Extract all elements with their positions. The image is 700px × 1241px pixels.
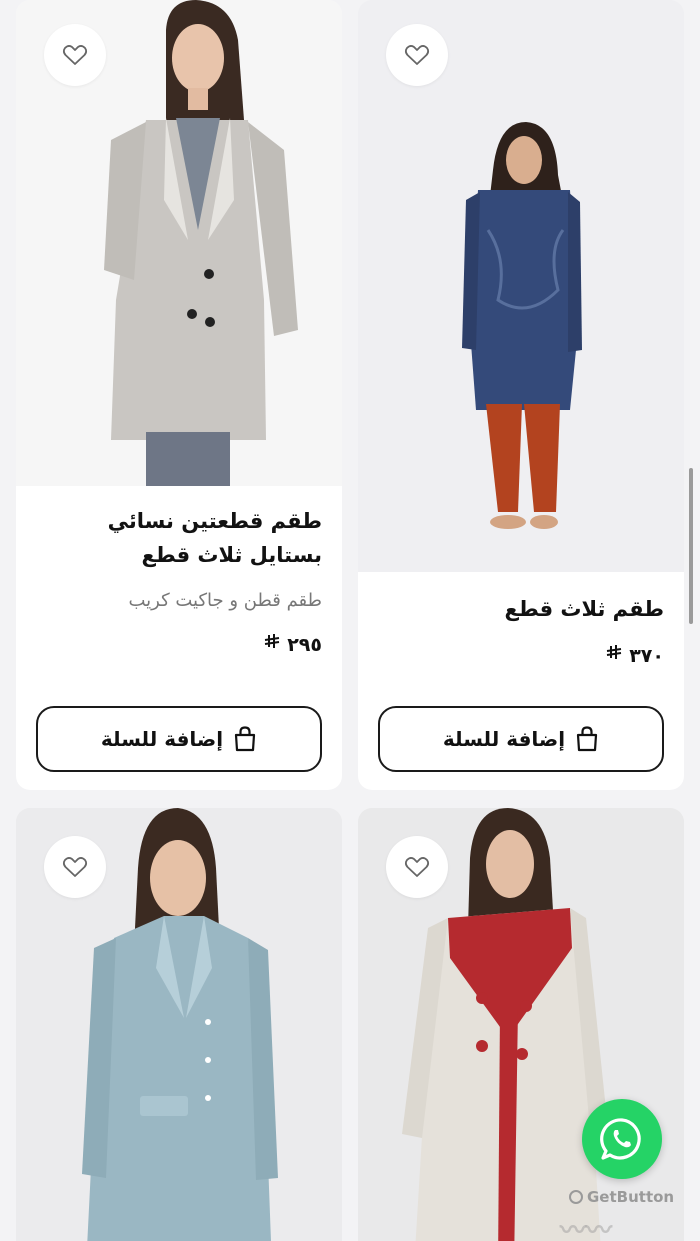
product-card[interactable]: طقم ثلاث قطع ٣٧٠ إضافة للسلة xyxy=(358,0,684,790)
product-title[interactable]: طقم ثلاث قطع xyxy=(378,592,664,626)
getbutton-label: GetButton xyxy=(587,1188,675,1206)
wishlist-button[interactable] xyxy=(44,836,106,898)
add-to-cart-button[interactable]: إضافة للسلة xyxy=(378,706,664,772)
product-card[interactable] xyxy=(16,808,342,1241)
price-value: ٣٧٠ xyxy=(629,644,664,667)
price-value: ٢٩٥ xyxy=(287,633,322,656)
add-to-cart-button[interactable]: إضافة للسلة xyxy=(36,706,322,772)
heart-icon xyxy=(62,857,88,877)
product-subtitle: طقم قطن و جاكيت كريب xyxy=(128,590,322,611)
scrollbar-thumb[interactable] xyxy=(689,468,693,624)
getbutton-branding[interactable]: GetButton xyxy=(568,1188,674,1206)
riyal-currency-icon xyxy=(263,633,281,656)
wishlist-button[interactable] xyxy=(386,836,448,898)
wishlist-button[interactable] xyxy=(386,24,448,86)
add-to-cart-label: إضافة للسلة xyxy=(100,727,224,751)
wishlist-button[interactable] xyxy=(44,24,106,86)
chat-bubble-icon xyxy=(569,1190,583,1204)
riyal-currency-icon xyxy=(605,644,623,667)
bag-icon xyxy=(577,726,598,752)
product-price: ٢٩٥ xyxy=(36,633,322,656)
product-card[interactable]: طقم قطعتين نسائي بستايل ثلاث قطع طقم قطن… xyxy=(16,0,342,790)
whatsapp-chat-button[interactable] xyxy=(582,1099,662,1179)
watermark-logo: 〰〰 xyxy=(560,1216,613,1241)
bag-icon xyxy=(235,726,256,752)
product-title[interactable]: طقم قطعتين نسائي بستايل ثلاث قطع xyxy=(36,504,322,572)
add-to-cart-label: إضافة للسلة xyxy=(442,727,566,751)
product-price: ٣٧٠ xyxy=(378,644,664,667)
heart-icon xyxy=(404,45,430,65)
heart-icon xyxy=(404,857,430,877)
heart-icon xyxy=(62,45,88,65)
product-image[interactable] xyxy=(358,0,684,572)
whatsapp-icon xyxy=(600,1118,641,1160)
product-grid-page: طقم قطعتين نسائي بستايل ثلاث قطع طقم قطن… xyxy=(0,0,700,1241)
